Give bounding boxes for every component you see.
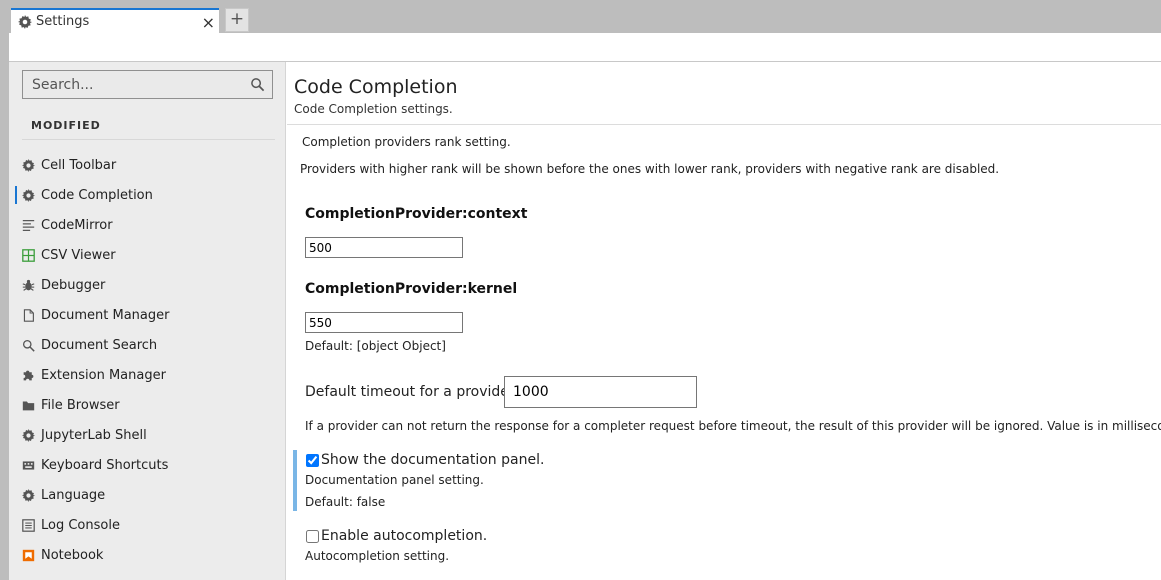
sidebar-item-document-manager[interactable]: Document Manager: [9, 300, 285, 330]
sidebar-item-codemirror[interactable]: CodeMirror: [9, 210, 285, 240]
sidebar-item-label: Extension Manager: [41, 367, 166, 383]
gear-icon: [21, 188, 35, 202]
sidebar-item-document-search[interactable]: Document Search: [9, 330, 285, 360]
rank-setting-title: Completion providers rank setting.: [302, 135, 511, 149]
sidebar-item-label: Cell Toolbar: [41, 157, 117, 173]
autocompletion-description: Autocompletion setting.: [305, 549, 450, 563]
header-divider: [287, 124, 1161, 125]
kernel-provider-label: CompletionProvider:kernel: [305, 281, 518, 297]
tab-title: Settings: [36, 14, 90, 29]
sidebar-item-keyboard-shortcuts[interactable]: Keyboard Shortcuts: [9, 450, 285, 480]
sidebar-item-debugger[interactable]: Debugger: [9, 270, 285, 300]
sidebar-item-label: Document Manager: [41, 307, 170, 323]
close-icon[interactable]: ×: [202, 13, 215, 32]
sidebar-item-label: Language: [41, 487, 106, 503]
folder-icon: [21, 398, 35, 412]
context-provider-input[interactable]: [305, 237, 463, 258]
sidebar-item-label: Log Console: [41, 517, 120, 533]
sidebar-item-language[interactable]: Language: [9, 480, 285, 510]
gear-icon: [18, 14, 32, 29]
sidebar-item-log-console[interactable]: Log Console: [9, 510, 285, 540]
gear-icon: [21, 488, 35, 502]
sidebar-item-label: CodeMirror: [41, 217, 113, 233]
search-icon[interactable]: [250, 77, 265, 92]
divider: [22, 139, 275, 140]
settings-panel: Code Completion Code Completion settings…: [287, 62, 1161, 580]
sidebar-item-label: Debugger: [41, 277, 106, 293]
left-edge: [0, 0, 9, 580]
documentation-default: Default: false: [305, 495, 386, 509]
bug-icon: [21, 278, 35, 292]
timeout-description: If a provider can not return the respons…: [305, 419, 1161, 433]
settings-list: Cell Toolbar Code Completion CodeMirror …: [9, 150, 285, 570]
section-heading: MODIFIED: [31, 119, 101, 132]
settings-sidebar: MODIFIED Cell Toolbar Code Completion Co…: [9, 62, 286, 580]
sidebar-item-label: File Browser: [41, 397, 120, 413]
sidebar-item-file-browser[interactable]: File Browser: [9, 390, 285, 420]
page-title: Code Completion: [294, 76, 458, 98]
rank-default: Default: [object Object]: [305, 339, 446, 353]
show-documentation-checkbox[interactable]: [306, 454, 319, 467]
sidebar-item-jupyterlab-shell[interactable]: JupyterLab Shell: [9, 420, 285, 450]
sidebar-item-code-completion[interactable]: Code Completion: [9, 180, 285, 210]
list-icon: [21, 518, 35, 532]
new-tab-button[interactable]: +: [225, 8, 249, 32]
timeout-label: Default timeout for a provider.: [305, 384, 518, 400]
kernel-provider-input[interactable]: [305, 312, 463, 333]
sidebar-item-extension-manager[interactable]: Extension Manager: [9, 360, 285, 390]
sidebar-item-label: CSV Viewer: [41, 247, 116, 263]
puzzle-icon: [21, 368, 35, 382]
modified-indicator: [293, 450, 297, 511]
documentation-description: Documentation panel setting.: [305, 473, 484, 487]
grid-icon: [21, 248, 35, 262]
gear-icon: [21, 428, 35, 442]
toolbar: [9, 33, 1161, 62]
sidebar-item-cell-toolbar[interactable]: Cell Toolbar: [9, 150, 285, 180]
text-lines-icon: [21, 218, 35, 232]
search-icon: [21, 338, 35, 352]
page-subtitle: Code Completion settings.: [294, 102, 453, 116]
sidebar-item-label: JupyterLab Shell: [41, 427, 147, 443]
sidebar-item-label: Code Completion: [41, 187, 153, 203]
search-input[interactable]: [23, 71, 251, 98]
tab-settings[interactable]: Settings ×: [11, 8, 219, 33]
context-provider-label: CompletionProvider:context: [305, 206, 528, 222]
sidebar-item-notebook[interactable]: Notebook: [9, 540, 285, 570]
gear-icon: [21, 158, 35, 172]
rank-setting-description: Providers with higher rank will be shown…: [300, 162, 1000, 176]
sidebar-item-label: Notebook: [41, 547, 104, 563]
keyboard-icon: [21, 458, 35, 472]
show-documentation-label: Show the documentation panel.: [321, 452, 545, 468]
document-icon: [21, 308, 35, 322]
enable-autocompletion-label: Enable autocompletion.: [321, 528, 488, 544]
sidebar-item-label: Keyboard Shortcuts: [41, 457, 169, 473]
search-box: [22, 70, 273, 99]
timeout-input[interactable]: [504, 376, 697, 408]
sidebar-item-csv-viewer[interactable]: CSV Viewer: [9, 240, 285, 270]
sidebar-item-label: Document Search: [41, 337, 158, 353]
notebook-icon: [21, 548, 35, 562]
enable-autocompletion-checkbox[interactable]: [306, 530, 319, 543]
